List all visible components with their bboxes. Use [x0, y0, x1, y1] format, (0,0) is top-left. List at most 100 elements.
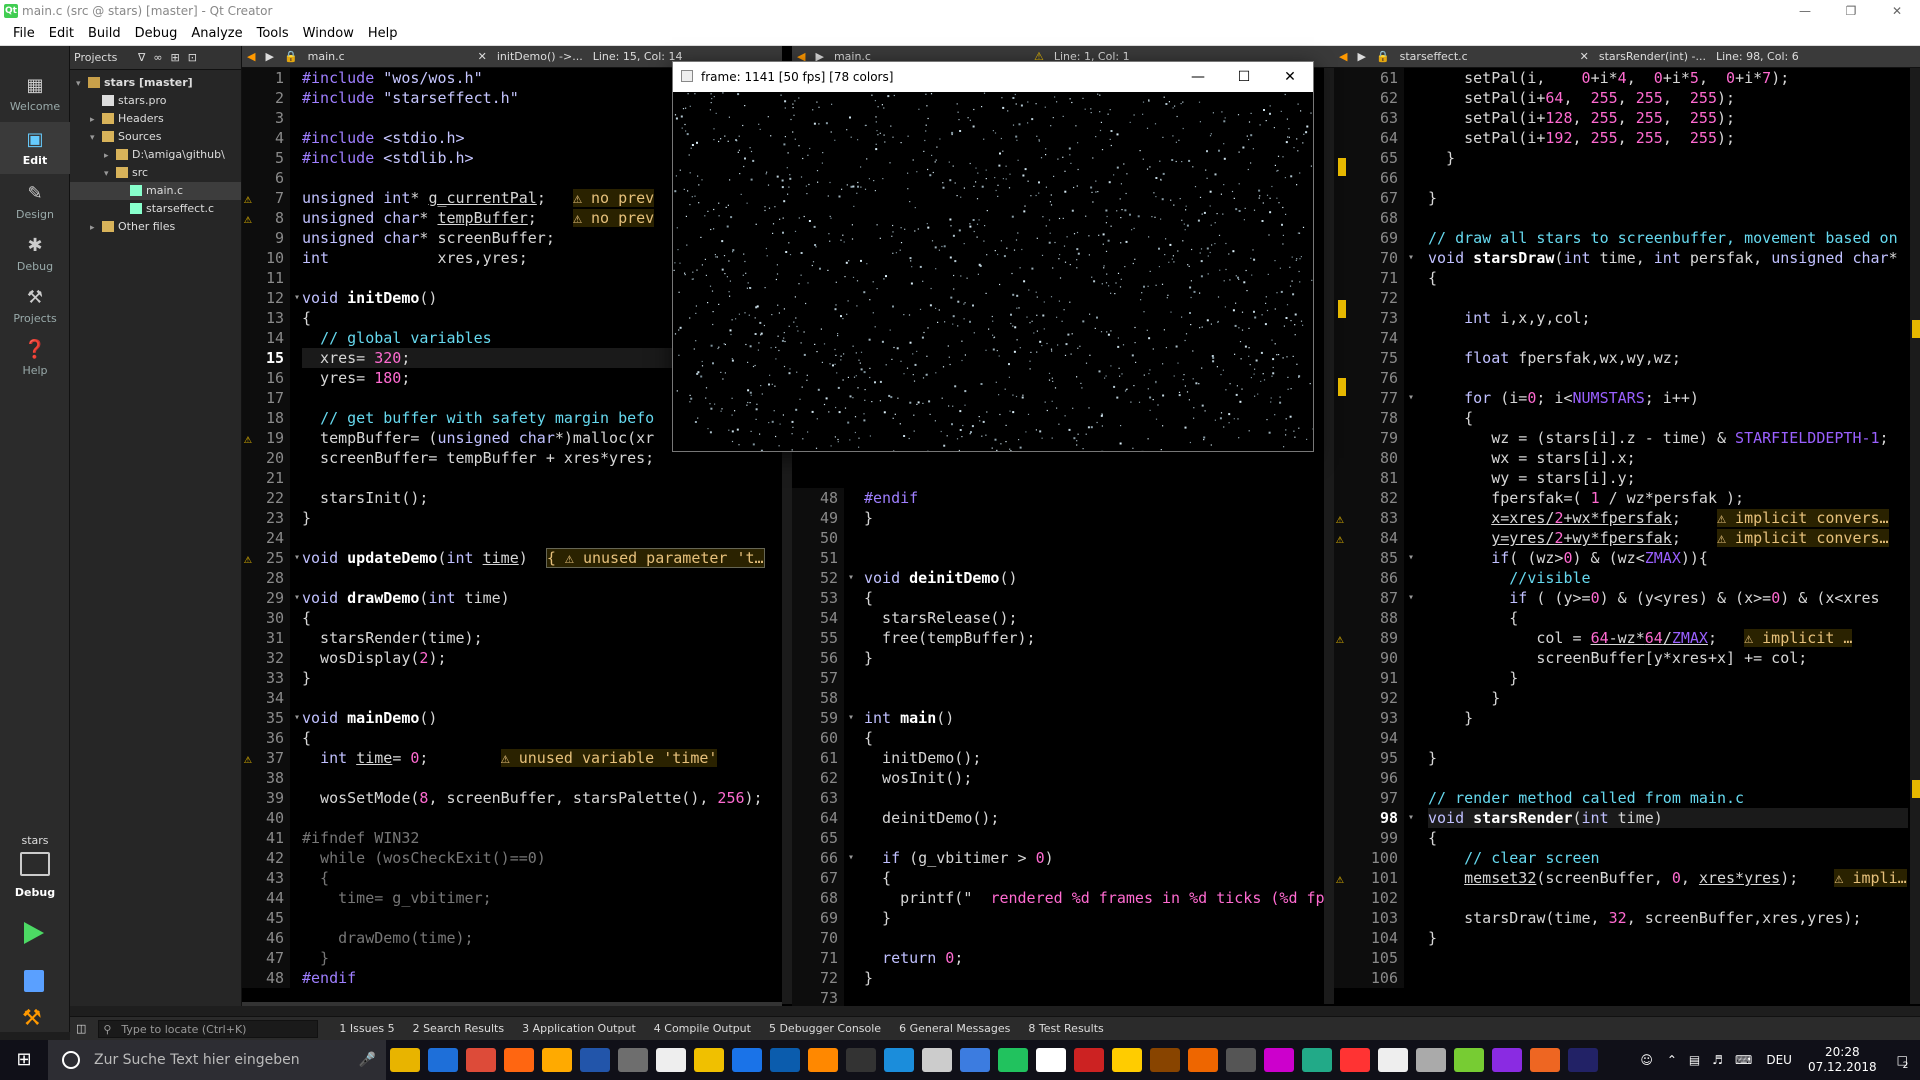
maximize-button[interactable]: ☐: [1221, 62, 1267, 92]
taskbar-app-icon[interactable]: [1340, 1048, 1370, 1072]
taskbar-app-icon[interactable]: [542, 1048, 572, 1072]
taskbar-app-icon[interactable]: [694, 1048, 724, 1072]
menu-edit[interactable]: Edit: [42, 26, 81, 41]
taskbar-app-icon[interactable]: [1530, 1048, 1560, 1072]
toggle-sidebar-icon[interactable]: ◫: [70, 1022, 92, 1035]
expand-arrow-icon[interactable]: ▾: [76, 75, 88, 92]
notification-icon[interactable]: □ 2: [1885, 1053, 1920, 1071]
taskbar-app-icon[interactable]: [504, 1048, 534, 1072]
taskbar-app-icon[interactable]: [808, 1048, 838, 1072]
locator-input[interactable]: ⚲ Type to locate (Ctrl+K): [98, 1019, 319, 1038]
windows-start-icon[interactable]: ⊞: [0, 1040, 48, 1080]
fold-arrow-icon[interactable]: ▾: [848, 848, 854, 868]
taskbar-app-icon[interactable]: [960, 1048, 990, 1072]
warning-icon[interactable]: ⚠: [244, 190, 252, 210]
warning-marker[interactable]: [1338, 158, 1346, 176]
menu-analyze[interactable]: Analyze: [184, 26, 249, 41]
keyboard-icon[interactable]: ⌨: [1729, 1053, 1758, 1067]
minimize-button[interactable]: —: [1175, 62, 1221, 92]
nav-back-icon[interactable]: ◀: [242, 50, 260, 63]
tree-item[interactable]: ▸ D:\amiga\github\: [70, 146, 241, 164]
close-file-icon[interactable]: ✕: [1575, 50, 1594, 63]
tree-item[interactable]: ▸ Headers: [70, 110, 241, 128]
debug-run-icon[interactable]: [24, 970, 44, 992]
taskbar-app-icon[interactable]: [1188, 1048, 1218, 1072]
code-area[interactable]: #endif} void deinitDemo(){ starsRelease()…: [864, 488, 1325, 1006]
code-area[interactable]: setPal(i, 0+i*4, 0+i*5, 0+i*7); setPal(i…: [1428, 68, 1908, 988]
fold-arrow-icon[interactable]: ▾: [1408, 588, 1414, 608]
mode-edit[interactable]: ▣ Edit: [0, 122, 70, 174]
fold-arrow-icon[interactable]: ▾: [294, 708, 300, 728]
warning-icon[interactable]: ⚠: [244, 430, 252, 450]
warning-icon[interactable]: ⚠: [244, 550, 252, 570]
taskbar-app-icon[interactable]: [580, 1048, 610, 1072]
monitor-icon[interactable]: [20, 852, 50, 876]
warning-icon[interactable]: ⚠: [1336, 510, 1344, 530]
warning-icon[interactable]: ⚠: [1336, 870, 1344, 890]
taskbar-app-icon[interactable]: [656, 1048, 686, 1072]
menu-build[interactable]: Build: [81, 26, 128, 41]
scrollbar-right[interactable]: [1910, 68, 1920, 1004]
mode-design[interactable]: ✎ Design: [0, 176, 70, 228]
taskbar-app-icon[interactable]: [428, 1048, 458, 1072]
symbol-selector[interactable]: starsRender(int) -...: [1594, 50, 1711, 63]
taskbar-app-icon[interactable]: [1454, 1048, 1484, 1072]
taskbar-app-icon[interactable]: [770, 1048, 800, 1072]
taskbar-search[interactable]: Zur Suche Text hier eingeben 🎤: [48, 1040, 386, 1080]
tree-item[interactable]: ▾ src: [70, 164, 241, 182]
people-icon[interactable]: ☺: [1632, 1053, 1661, 1067]
tab-search-results[interactable]: 2 Search Results: [404, 1022, 514, 1035]
taskbar-app-icon[interactable]: [1302, 1048, 1332, 1072]
fold-arrow-icon[interactable]: ▾: [1408, 248, 1414, 268]
warning-marker[interactable]: [1912, 320, 1920, 338]
file-selector[interactable]: main.c: [303, 50, 473, 63]
mode-welcome[interactable]: ▦ Welcome: [0, 68, 70, 120]
menu-help[interactable]: Help: [361, 26, 405, 41]
symbol-selector[interactable]: initDemo() ->...: [492, 50, 588, 63]
taskbar-app-icon[interactable]: [1074, 1048, 1104, 1072]
close-file-icon[interactable]: ✕: [473, 50, 492, 63]
warning-icon[interactable]: ⚠: [244, 210, 252, 230]
maximize-button[interactable]: ❐: [1828, 0, 1874, 22]
clock[interactable]: 20:28 07.12.2018: [1800, 1045, 1885, 1075]
tab-application-output[interactable]: 3 Application Output: [513, 1022, 645, 1035]
menu-file[interactable]: File: [6, 26, 42, 41]
warning-icon[interactable]: ⚠: [244, 750, 252, 770]
tree-item[interactable]: ▾ Sources: [70, 128, 241, 146]
warning-marker[interactable]: [1338, 378, 1346, 396]
fold-arrow-icon[interactable]: ▾: [1408, 548, 1414, 568]
taskbar-app-icon[interactable]: [390, 1048, 420, 1072]
taskbar-app-icon[interactable]: [1416, 1048, 1446, 1072]
warning-icon[interactable]: ⚠: [1336, 530, 1344, 550]
microphone-icon[interactable]: 🎤: [359, 1040, 376, 1080]
tab-general-messages[interactable]: 6 General Messages: [890, 1022, 1019, 1035]
taskbar-app-icon[interactable]: [1378, 1048, 1408, 1072]
nav-forward-icon[interactable]: ▶: [1352, 50, 1370, 63]
fold-arrow-icon[interactable]: ▾: [294, 288, 300, 308]
taskbar-app-icon[interactable]: [1492, 1048, 1522, 1072]
menu-window[interactable]: Window: [296, 26, 361, 41]
mode-debug[interactable]: ✱ Debug: [0, 228, 70, 280]
mode-projects[interactable]: ⚒ Projects: [0, 280, 70, 332]
projects-view-selector[interactable]: Projects: [74, 51, 134, 64]
build-hammer-icon[interactable]: ⚒: [22, 1006, 42, 1031]
volume-icon[interactable]: ♬: [1706, 1053, 1729, 1067]
file-selector[interactable]: starseffect.c: [1395, 50, 1575, 63]
tab-test-results[interactable]: 8 Test Results: [1019, 1022, 1112, 1035]
taskbar-app-icon[interactable]: [618, 1048, 648, 1072]
close-button[interactable]: ✕: [1874, 0, 1920, 22]
network-icon[interactable]: ▤: [1683, 1053, 1706, 1067]
expand-arrow-icon[interactable]: ▸: [90, 111, 102, 128]
tree-item[interactable]: starseffect.c: [70, 200, 241, 218]
tree-item[interactable]: ▾ stars [master]: [70, 74, 241, 92]
close-button[interactable]: ✕: [1267, 62, 1313, 92]
warning-marker[interactable]: [1912, 780, 1920, 798]
mode-help[interactable]: ❓ Help: [0, 332, 70, 384]
filter-icon[interactable]: ∇: [134, 51, 149, 64]
tree-item[interactable]: ▸ Other files: [70, 218, 241, 236]
expand-arrow-icon[interactable]: ▸: [104, 147, 116, 164]
menu-tools[interactable]: Tools: [250, 26, 296, 41]
taskbar-app-icon[interactable]: [884, 1048, 914, 1072]
close-panel-icon[interactable]: ⊡: [184, 51, 201, 64]
warning-icon[interactable]: ⚠: [1336, 630, 1344, 650]
